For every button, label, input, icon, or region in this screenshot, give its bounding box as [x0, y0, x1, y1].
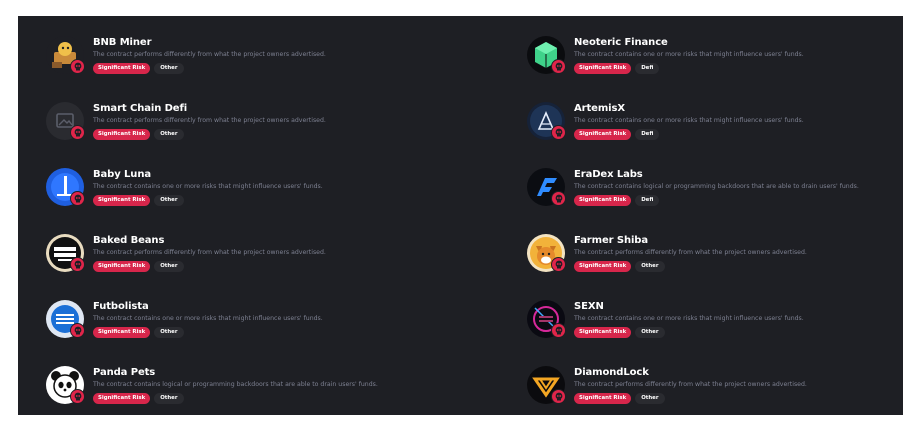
project-description: The contract performs differently from w… — [574, 249, 807, 256]
risk-badge: Significant Risk — [93, 63, 151, 74]
risk-badge: Significant Risk — [574, 129, 632, 140]
badge-group: Significant Risk Other — [93, 129, 184, 140]
project-name[interactable]: Futbolista — [93, 301, 149, 312]
project-item[interactable]: Smart Chain Defi The contract performs d… — [46, 102, 426, 158]
project-name[interactable]: ArtemisX — [574, 103, 625, 114]
risk-badge: Significant Risk — [574, 393, 632, 404]
badge-group: Significant Risk Defi — [574, 129, 660, 140]
category-badge: Other — [635, 327, 665, 338]
project-name[interactable]: SEXN — [574, 301, 604, 312]
risk-list-panel: BNB Miner The contract performs differen… — [18, 16, 903, 415]
badge-group: Significant Risk Other — [574, 393, 665, 404]
project-name[interactable]: DiamondLock — [574, 367, 649, 378]
project-name[interactable]: Baked Beans — [93, 235, 164, 246]
badge-group: Significant Risk Defi — [574, 63, 660, 74]
category-badge: Other — [635, 261, 665, 272]
project-description: The contract performs differently from w… — [93, 117, 326, 124]
project-item[interactable]: ArtemisX The contract contains one or mo… — [527, 102, 907, 158]
project-description: The contract contains logical or program… — [574, 183, 859, 190]
risk-badge: Significant Risk — [574, 261, 632, 272]
risk-badge: Significant Risk — [93, 195, 151, 206]
skull-icon — [70, 389, 85, 404]
project-item[interactable]: DiamondLock The contract performs differ… — [527, 366, 907, 422]
skull-icon — [551, 323, 566, 338]
badge-group: Significant Risk Defi — [574, 195, 660, 206]
skull-icon — [70, 323, 85, 338]
skull-icon — [551, 191, 566, 206]
badge-group: Significant Risk Other — [93, 63, 184, 74]
project-name[interactable]: Panda Pets — [93, 367, 155, 378]
category-badge: Defi — [635, 195, 660, 206]
badge-group: Significant Risk Other — [574, 261, 665, 272]
badge-group: Significant Risk Other — [93, 393, 184, 404]
risk-badge: Significant Risk — [574, 195, 632, 206]
project-item[interactable]: Baby Luna The contract contains one or m… — [46, 168, 426, 224]
project-item[interactable]: Farmer Shiba The contract performs diffe… — [527, 234, 907, 290]
category-badge: Other — [154, 393, 184, 404]
skull-icon — [70, 59, 85, 74]
risk-badge: Significant Risk — [93, 261, 151, 272]
category-badge: Defi — [635, 129, 660, 140]
project-name[interactable]: Baby Luna — [93, 169, 151, 180]
skull-icon — [551, 125, 566, 140]
project-item[interactable]: SEXN The contract contains one or more r… — [527, 300, 907, 356]
project-description: The contract contains one or more risks … — [574, 315, 804, 322]
project-description: The contract performs differently from w… — [574, 381, 807, 388]
category-badge: Other — [154, 261, 184, 272]
project-item[interactable]: Baked Beans The contract performs differ… — [46, 234, 426, 290]
category-badge: Defi — [635, 63, 660, 74]
project-description: The contract contains one or more risks … — [93, 315, 323, 322]
badge-group: Significant Risk Other — [93, 195, 184, 206]
skull-icon — [551, 389, 566, 404]
project-description: The contract performs differently from w… — [93, 51, 326, 58]
category-badge: Other — [154, 195, 184, 206]
project-description: The contract contains logical or program… — [93, 381, 378, 388]
skull-icon — [70, 125, 85, 140]
project-item[interactable]: Futbolista The contract contains one or … — [46, 300, 426, 356]
skull-icon — [551, 257, 566, 272]
project-description: The contract performs differently from w… — [93, 249, 326, 256]
project-item[interactable]: BNB Miner The contract performs differen… — [46, 36, 426, 92]
risk-badge: Significant Risk — [93, 393, 151, 404]
project-item[interactable]: EraDex Labs The contract contains logica… — [527, 168, 907, 224]
category-badge: Other — [154, 63, 184, 74]
project-name[interactable]: Neoteric Finance — [574, 37, 668, 48]
risk-badge: Significant Risk — [93, 327, 151, 338]
project-item[interactable]: Neoteric Finance The contract contains o… — [527, 36, 907, 92]
badge-group: Significant Risk Other — [574, 327, 665, 338]
risk-badge: Significant Risk — [574, 327, 632, 338]
project-name[interactable]: EraDex Labs — [574, 169, 643, 180]
project-name[interactable]: Smart Chain Defi — [93, 103, 187, 114]
project-description: The contract contains one or more risks … — [574, 117, 804, 124]
project-name[interactable]: Farmer Shiba — [574, 235, 648, 246]
project-description: The contract contains one or more risks … — [574, 51, 804, 58]
skull-icon — [70, 191, 85, 206]
skull-icon — [551, 59, 566, 74]
category-badge: Other — [635, 393, 665, 404]
badge-group: Significant Risk Other — [93, 327, 184, 338]
category-badge: Other — [154, 129, 184, 140]
skull-icon — [70, 257, 85, 272]
badge-group: Significant Risk Other — [93, 261, 184, 272]
risk-badge: Significant Risk — [574, 63, 632, 74]
project-description: The contract contains one or more risks … — [93, 183, 323, 190]
category-badge: Other — [154, 327, 184, 338]
risk-badge: Significant Risk — [93, 129, 151, 140]
project-item[interactable]: Panda Pets The contract contains logical… — [46, 366, 426, 422]
project-name[interactable]: BNB Miner — [93, 37, 152, 48]
